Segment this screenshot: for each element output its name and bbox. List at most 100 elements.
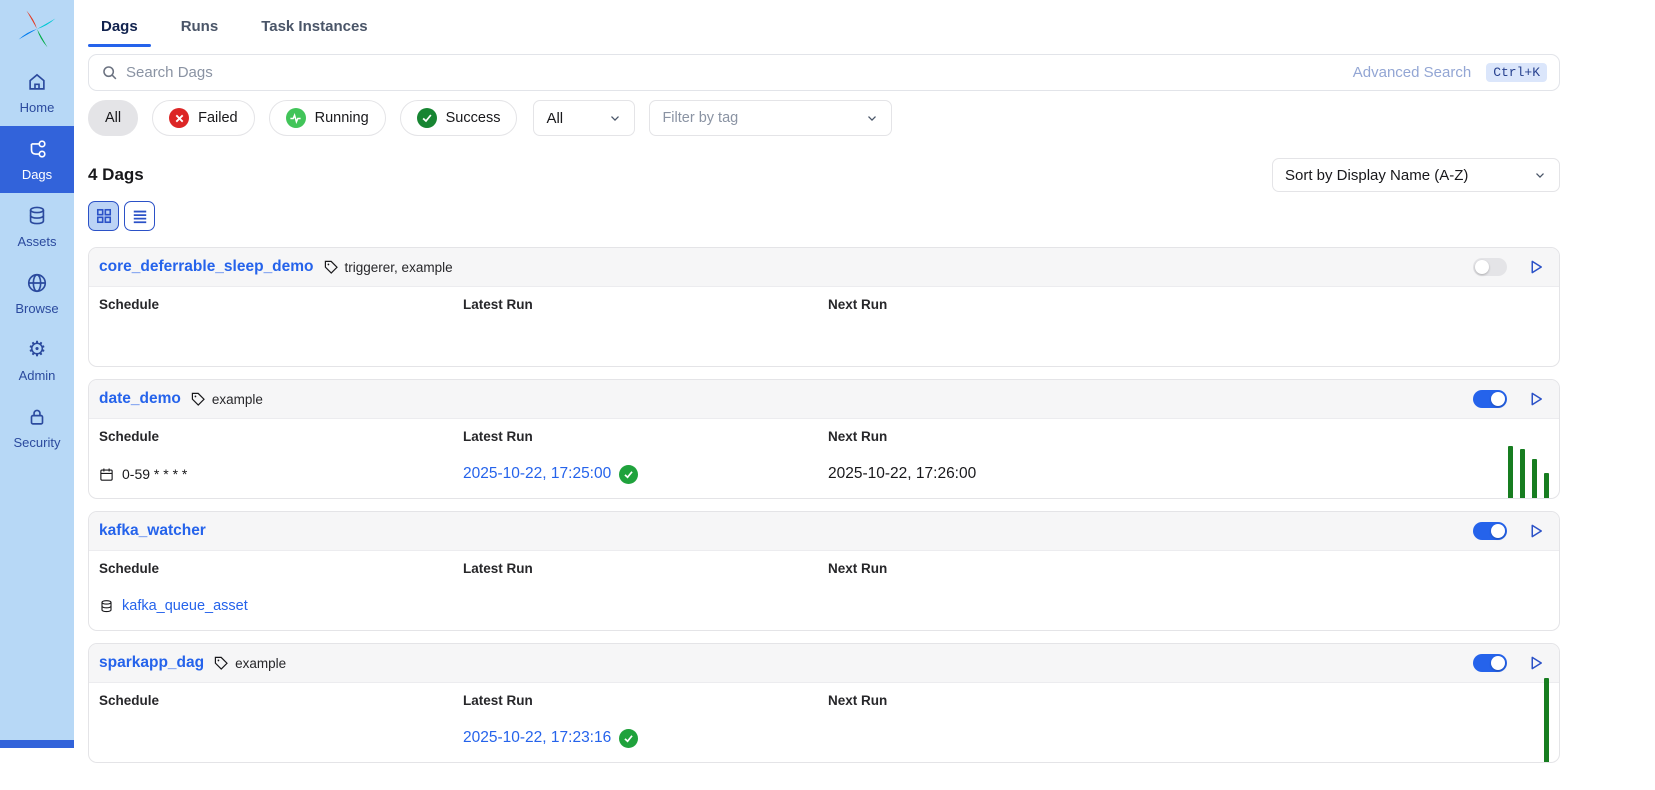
dag-pause-toggle[interactable] xyxy=(1473,390,1507,408)
dag-card-body: Schedule kafka_queue_asset Latest Run xyxy=(89,551,1559,630)
paused-filter-select[interactable]: All xyxy=(533,100,635,136)
trigger-dag-button[interactable] xyxy=(1527,522,1545,540)
home-icon xyxy=(26,71,48,93)
trigger-dag-button[interactable] xyxy=(1527,390,1545,408)
filter-chip-running[interactable]: Running xyxy=(269,100,386,136)
view-toggle-group xyxy=(88,201,1560,231)
schedule-column-label: Schedule xyxy=(99,297,463,312)
dag-pause-toggle[interactable] xyxy=(1473,654,1507,672)
latest-run-column: Latest Run 2025-10-22, 17:25:00 xyxy=(463,429,828,490)
dag-name-link[interactable]: kafka_watcher xyxy=(99,522,206,540)
tab-task-instances[interactable]: Task Instances xyxy=(248,10,380,47)
latest-run-column: Latest Run xyxy=(463,297,828,358)
airflow-logo-icon[interactable] xyxy=(16,8,58,55)
trigger-dag-button[interactable] xyxy=(1527,654,1545,672)
dag-card-header: core_deferrable_sleep_demo triggerer, ex… xyxy=(89,248,1559,287)
paused-filter-value: All xyxy=(546,110,563,127)
dag-pause-toggle[interactable] xyxy=(1473,522,1507,540)
dag-card-body: Schedule Latest Run xyxy=(89,287,1559,366)
calendar-icon xyxy=(99,467,114,482)
sidebar-item-home[interactable]: Home xyxy=(0,59,74,126)
play-icon xyxy=(1527,258,1545,276)
tag-icon xyxy=(323,259,339,275)
dag-tags: example xyxy=(213,655,286,671)
sidebar-item-label: Admin xyxy=(19,368,56,383)
latest-run-link[interactable]: 2025-10-22, 17:25:00 xyxy=(463,465,611,483)
latest-run-column: Latest Run xyxy=(463,561,828,622)
run-duration-bar[interactable] xyxy=(1532,459,1537,498)
dag-tags-label: example xyxy=(212,392,263,407)
tag-filter-placeholder: Filter by tag xyxy=(662,110,738,126)
dag-list: core_deferrable_sleep_demo triggerer, ex… xyxy=(88,247,1560,763)
dag-card: kafka_watcher Schedule xyxy=(88,511,1560,631)
dag-tags: example xyxy=(190,391,263,407)
tab-dags[interactable]: Dags xyxy=(88,10,151,47)
globe-icon xyxy=(26,272,48,294)
search-icon xyxy=(101,64,118,81)
filter-chip-success[interactable]: Success xyxy=(400,100,518,136)
run-duration-bar[interactable] xyxy=(1544,678,1549,762)
next-run-column-label: Next Run xyxy=(828,693,1559,708)
sidebar-item-label: Browse xyxy=(15,301,58,316)
next-run-column: Next Run 2025-10-22, 17:26:00 xyxy=(828,429,1559,490)
app-window: Home Dags Assets Browse ⚙ Admi xyxy=(0,0,1655,748)
sidebar-item-label: Home xyxy=(20,100,55,115)
dag-card-header: kafka_watcher xyxy=(89,512,1559,551)
dag-pause-toggle[interactable] xyxy=(1473,258,1507,276)
schedule-column-label: Schedule xyxy=(99,561,463,576)
sidebar-item-assets[interactable]: Assets xyxy=(0,193,74,260)
dag-card-body: Schedule Latest Run 2025-10-22, 17 xyxy=(89,683,1559,762)
run-duration-bar[interactable] xyxy=(1520,449,1525,498)
run-duration-bar[interactable] xyxy=(1544,473,1549,498)
chevron-down-icon xyxy=(1533,168,1547,182)
latest-run-column-label: Latest Run xyxy=(463,297,828,312)
play-icon xyxy=(1527,390,1545,408)
sidebar: Home Dags Assets Browse ⚙ Admi xyxy=(0,0,74,748)
card-view-button[interactable] xyxy=(88,201,119,231)
run-success-badge-icon xyxy=(619,729,638,748)
table-view-button[interactable] xyxy=(124,201,155,231)
next-run-column-label: Next Run xyxy=(828,429,1559,444)
next-run-column: Next Run xyxy=(828,561,1559,622)
tag-filter-select[interactable]: Filter by tag xyxy=(649,100,892,136)
schedule-column: Schedule xyxy=(99,297,463,358)
filter-chip-label: Running xyxy=(315,110,369,126)
filter-row: All Failed Running xyxy=(88,100,1560,136)
success-check-icon xyxy=(417,108,437,128)
run-duration-bar[interactable] xyxy=(1508,446,1513,498)
dag-name-link[interactable]: sparkapp_dag xyxy=(99,654,204,672)
list-icon xyxy=(132,208,148,224)
schedule-value[interactable]: kafka_queue_asset xyxy=(122,598,248,614)
sort-select[interactable]: Sort by Display Name (A-Z) xyxy=(1272,158,1560,192)
dag-name-link[interactable]: core_deferrable_sleep_demo xyxy=(99,258,314,276)
sidebar-item-security[interactable]: Security xyxy=(0,394,74,461)
advanced-search-link[interactable]: Advanced Search xyxy=(1353,64,1471,81)
latest-run-column-label: Latest Run xyxy=(463,693,828,708)
filter-chip-all[interactable]: All xyxy=(88,100,138,136)
gear-icon: ⚙ xyxy=(28,339,47,361)
latest-run-link[interactable]: 2025-10-22, 17:23:16 xyxy=(463,729,611,747)
recent-runs-bar-chart xyxy=(1544,678,1549,762)
schedule-column: Schedule xyxy=(99,693,463,754)
search-bar: Advanced Search Ctrl+K xyxy=(88,54,1560,91)
sidebar-bottom-strip xyxy=(0,740,74,748)
tab-runs[interactable]: Runs xyxy=(168,10,232,47)
run-success-badge-icon xyxy=(619,465,638,484)
schedule-column: Schedule 0-59 * * * * xyxy=(99,429,463,490)
schedule-column: Schedule kafka_queue_asset xyxy=(99,561,463,622)
dag-card: sparkapp_dag example Schedule xyxy=(88,643,1560,763)
sidebar-item-admin[interactable]: ⚙ Admin xyxy=(0,327,74,394)
search-input[interactable] xyxy=(126,64,1353,81)
sidebar-item-dags[interactable]: Dags xyxy=(0,126,74,193)
dag-card-header: sparkapp_dag example xyxy=(89,644,1559,683)
latest-run-wrap: 2025-10-22, 17:25:00 xyxy=(463,458,828,490)
filter-chip-label: Failed xyxy=(198,110,238,126)
trigger-dag-button[interactable] xyxy=(1527,258,1545,276)
sidebar-item-label: Assets xyxy=(17,234,56,249)
schedule-value: 0-59 * * * * xyxy=(122,466,187,482)
schedule-column-label: Schedule xyxy=(99,693,463,708)
dag-name-link[interactable]: date_demo xyxy=(99,390,181,408)
top-tabs: Dags Runs Task Instances xyxy=(88,10,1560,47)
sidebar-item-browse[interactable]: Browse xyxy=(0,260,74,327)
filter-chip-failed[interactable]: Failed xyxy=(152,100,255,136)
